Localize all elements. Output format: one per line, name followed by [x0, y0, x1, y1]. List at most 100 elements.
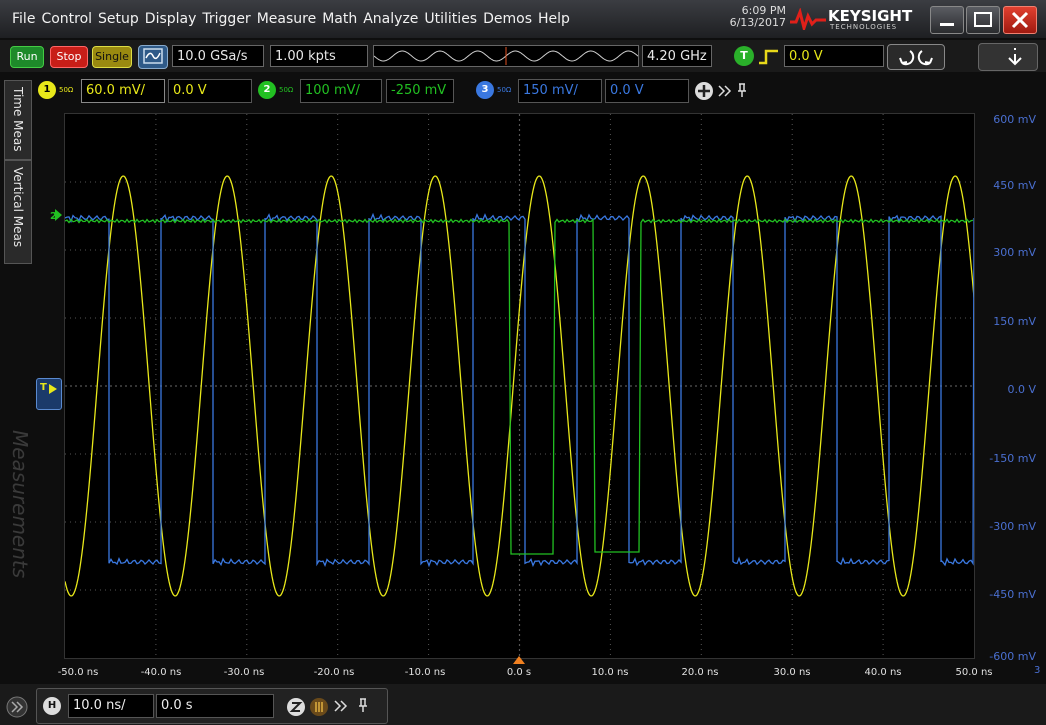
keysight-logo: KEYSIGHT TECHNOLOGIES — [790, 6, 912, 32]
ch3-badge[interactable]: 3 — [476, 81, 494, 99]
brand-sub: TECHNOLOGIES — [830, 23, 898, 31]
x-tick-label: 30.0 ns — [773, 667, 811, 678]
menu-setup[interactable]: Setup — [98, 11, 139, 27]
touch-toggle-button[interactable] — [978, 43, 1038, 71]
x-tick-label: -10.0 ns — [404, 667, 446, 678]
acquisition-overview[interactable] — [373, 45, 639, 67]
zoom-icon[interactable] — [286, 697, 306, 717]
stop-button[interactable]: Stop — [50, 46, 88, 68]
y-tick-label: 0.0 V — [1007, 383, 1036, 396]
keysight-wave-icon — [790, 8, 826, 30]
pin-icon[interactable] — [357, 697, 369, 713]
ch1-badge[interactable]: 1 — [38, 81, 56, 99]
rising-edge-icon[interactable] — [758, 49, 780, 65]
overview-wave-icon — [373, 47, 639, 65]
measurements-watermark: Measurements — [8, 430, 32, 579]
trigger-badge[interactable]: T — [734, 46, 754, 66]
menu-analyze[interactable]: Analyze — [363, 11, 418, 27]
tab-vertical-meas-label: Vertical Meas — [11, 167, 25, 248]
timebase-scale-field[interactable]: 10.0 ns/ — [68, 694, 154, 718]
menu-help[interactable]: Help — [538, 11, 570, 27]
menu-file[interactable]: File — [12, 11, 35, 27]
waveform-display[interactable] — [64, 113, 975, 659]
memory-depth-field[interactable]: 1.00 kpts — [270, 45, 368, 67]
x-tick-label: -50.0 ns — [57, 667, 99, 678]
close-button[interactable] — [1003, 6, 1037, 34]
timebase-delay-field[interactable]: 0.0 s — [156, 694, 274, 718]
x-tick-label: 20.0 ns — [681, 667, 719, 678]
x-tick-label: -30.0 ns — [223, 667, 265, 678]
segments-icon[interactable] — [309, 697, 329, 717]
menu-list: File Control Setup Display Trigger Measu… — [12, 11, 576, 27]
x-tick-label: 10.0 ns — [591, 667, 629, 678]
ch2-level-arrow-icon — [55, 209, 62, 221]
minimize-icon — [940, 23, 954, 26]
minimize-button[interactable] — [930, 6, 964, 34]
ch2-impedance: 50Ω — [279, 86, 294, 94]
timebase-bar: H 10.0 ns/ 0.0 s — [0, 684, 1046, 725]
undo-redo-buttons[interactable] — [887, 44, 945, 70]
autoscale-icon — [143, 48, 163, 64]
horizontal-badge[interactable]: H — [43, 697, 61, 715]
ch1-offset-field[interactable]: 0.0 V — [168, 79, 252, 103]
ch2-badge[interactable]: 2 — [258, 81, 276, 99]
ch3-impedance: 50Ω — [497, 86, 512, 94]
ch1-impedance: 50Ω — [59, 86, 74, 94]
y-tick-label: -300 mV — [989, 520, 1036, 533]
trigger-marker-label: T — [40, 382, 47, 393]
maximize-icon — [974, 12, 992, 27]
x-tick-label: 40.0 ns — [864, 667, 902, 678]
ch2-offset-field[interactable]: -250 mV — [386, 79, 454, 103]
trigger-time-marker-icon[interactable] — [513, 656, 525, 664]
tab-vertical-meas[interactable]: Vertical Meas — [4, 160, 32, 264]
y-tick-label: 600 mV — [993, 113, 1036, 126]
menu-control[interactable]: Control — [41, 11, 92, 27]
x-tick-label: 50.0 ns — [955, 667, 993, 678]
ch1-scale-field[interactable]: 60.0 mV/ — [81, 79, 165, 103]
ch2-scale-field[interactable]: 100 mV/ — [300, 79, 382, 103]
y-tick-label: -150 mV — [989, 452, 1036, 465]
menu-measure[interactable]: Measure — [257, 11, 317, 27]
touch-icon — [1008, 48, 1022, 66]
maximize-button[interactable] — [966, 6, 1000, 34]
x-tick-label: 0.0 s — [506, 667, 532, 678]
autoscale-button[interactable] — [138, 45, 168, 69]
y-tick-label: -450 mV — [989, 588, 1036, 601]
x-tick-label: -40.0 ns — [140, 667, 182, 678]
bandwidth-field[interactable]: 4.20 GHz — [642, 45, 712, 67]
x-tick-label: -20.0 ns — [313, 667, 355, 678]
trigger-arrow-icon — [49, 384, 57, 394]
channel-row: 1 50Ω 60.0 mV/ 0.0 V 2 50Ω 100 mV/ -250 … — [34, 78, 754, 104]
ch3-scale-field[interactable]: 150 mV/ — [518, 79, 602, 103]
trigger-level-field[interactable]: 0.0 V — [784, 45, 884, 67]
menu-utilities[interactable]: Utilities — [424, 11, 477, 27]
oscilloscope-window: File Control Setup Display Trigger Measu… — [0, 0, 1046, 725]
menu-display[interactable]: Display — [145, 11, 197, 27]
tab-time-meas-label: Time Meas — [11, 87, 25, 152]
add-channel-icon[interactable] — [694, 81, 714, 101]
y-tick-label: 450 mV — [993, 179, 1036, 192]
run-button[interactable]: Run — [10, 46, 44, 68]
waveform-graticule — [64, 114, 975, 658]
sample-rate-field[interactable]: 10.0 GSa/s — [172, 45, 264, 67]
acquisition-toolbar: Run Stop Single 10.0 GSa/s 1.00 kpts 4.2… — [0, 40, 1046, 72]
pin-icon[interactable] — [736, 82, 748, 98]
menu-trigger[interactable]: Trigger — [202, 11, 250, 27]
expand-panel-icon[interactable] — [6, 696, 28, 718]
undo-redo-icon — [899, 50, 933, 66]
expand-chevron-icon[interactable] — [717, 83, 733, 99]
menu-bar: File Control Setup Display Trigger Measu… — [0, 0, 1046, 38]
ch3-offset-field[interactable]: 0.0 V — [605, 79, 689, 103]
menu-demos[interactable]: Demos — [483, 11, 532, 27]
expand-chevron-icon[interactable] — [333, 698, 349, 714]
right-edge-label: 3 — [1034, 665, 1041, 676]
y-tick-label: 150 mV — [993, 315, 1036, 328]
close-icon — [1011, 11, 1029, 29]
trigger-level-marker[interactable]: T — [36, 378, 62, 410]
menu-math[interactable]: Math — [322, 11, 357, 27]
tab-time-meas[interactable]: Time Meas — [4, 80, 32, 160]
timebase-panel: H 10.0 ns/ 0.0 s — [36, 688, 388, 724]
clock-date: 6/13/2017 — [729, 16, 786, 29]
clock: 6:09 PM 6/13/2017 — [722, 5, 786, 29]
single-button[interactable]: Single — [92, 46, 132, 68]
